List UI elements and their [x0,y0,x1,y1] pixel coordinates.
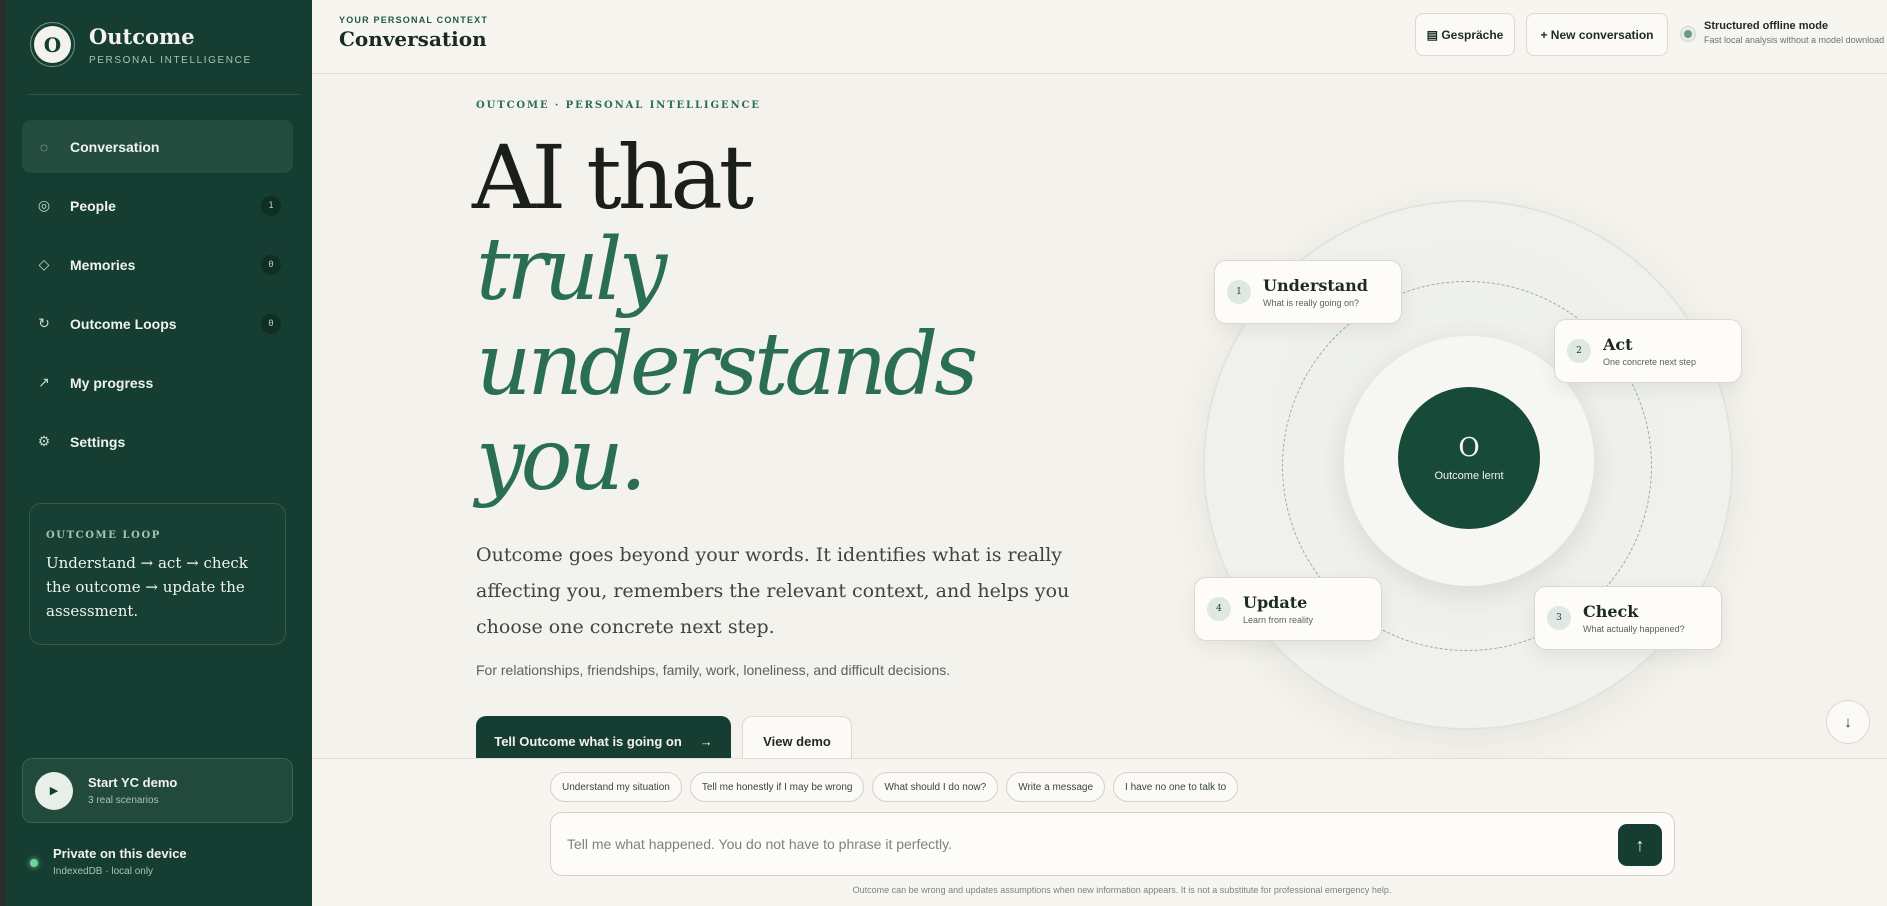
top-header: YOUR PERSONAL CONTEXT Conversation ▤ Ges… [312,0,1887,74]
outcome-loop-card: OUTCOME LOOP Understand → act → check th… [29,503,286,645]
diagram-core: O Outcome lernt [1398,387,1540,529]
sidebar-item-people[interactable]: ◎ People 1 [22,179,293,232]
sidebar-item-label: Memories [70,256,136,273]
hero-headline-line-2: truly [476,220,667,320]
step-subtitle: What actually happened? [1583,624,1685,634]
conversations-button[interactable]: ▤ Gespräche [1415,13,1515,56]
hero-headline-line-1: AI that [472,126,754,229]
step-number: 4 [1207,597,1231,621]
privacy-status: Private on this device IndexedDB · local… [30,846,187,877]
hero-description: Outcome goes beyond your words. It ident… [476,544,1070,638]
sidebar-item-outcome-loops[interactable]: ↻ Outcome Loops 0 [22,297,293,350]
hero-kicker: OUTCOME · PERSONAL INTELLIGENCE [476,100,761,111]
composer: Understand my situation Tell me honestly… [312,758,1887,906]
sidebar-item-memories[interactable]: ◇ Memories 0 [22,238,293,291]
sidebar-item-label: My progress [70,374,154,391]
step-title: Understand [1263,276,1368,295]
scroll-down-button[interactable]: ↓ [1826,700,1870,744]
offline-mode-toggle[interactable]: Structured offline mode Fast local analy… [1680,20,1884,45]
step-understand: 1 Understand What is really going on? [1214,260,1402,324]
sidebar-item-settings[interactable]: ⚙ Settings [22,415,293,468]
offline-mode-title: Structured offline mode [1704,20,1829,32]
step-act: 2 Act One concrete next step [1554,319,1742,383]
start-demo-button[interactable]: ▶ Start YC demo 3 real scenarios [22,758,293,823]
refresh-icon: ↻ [38,315,50,331]
brand-logo: O [30,22,75,67]
core-letter: O [1458,433,1480,463]
page-title: Conversation [339,27,487,51]
count-badge: 0 [261,313,281,334]
privacy-subtitle: IndexedDB · local only [53,866,154,877]
outcome-loop-diagram: O Outcome lernt 1 Understand What is rea… [1150,185,1750,745]
sidebar-item-label: People [70,197,116,214]
core-label: Outcome lernt [1434,470,1504,482]
suggestion-chip[interactable]: Understand my situation [550,772,682,802]
play-icon: ▶ [35,771,73,810]
sidebar-divider [28,94,300,95]
sidebar: O Outcome PERSONAL INTELLIGENCE ◌ Conver… [6,0,312,906]
step-title: Check [1583,602,1639,621]
arrow-up-icon: ↑ [1635,834,1645,855]
circle-icon: ◌ [39,138,49,155]
step-title: Act [1603,335,1633,354]
step-number: 1 [1227,280,1251,304]
arrow-down-icon: ↓ [1844,713,1852,731]
step-number: 3 [1547,606,1571,630]
diamond-icon: ◇ [38,256,50,272]
suggestion-chip[interactable]: I have no one to talk to [1113,772,1239,802]
demo-title: Start YC demo [88,775,178,790]
suggestion-chip[interactable]: What should I do now? [872,772,999,802]
offline-mode-subtitle: Fast local analysis without a model down… [1704,35,1885,45]
step-subtitle: What is really going on? [1263,298,1360,308]
step-subtitle: One concrete next step [1603,357,1697,367]
sidebar-item-label: Outcome Loops [70,315,177,332]
suggestion-chip[interactable]: Write a message [1006,772,1106,802]
hero-headline-line-4: you. [476,410,647,510]
sidebar-item-label: Conversation [70,138,160,155]
new-conversation-button[interactable]: + New conversation [1526,13,1668,56]
count-badge: 1 [261,195,281,216]
offline-status-icon [1680,26,1696,42]
brand-logo-letter: O [34,26,71,63]
sidebar-item-conversation[interactable]: ◌ Conversation [22,120,293,173]
people-icon: ◎ [37,197,51,213]
step-subtitle: Learn from reality [1243,615,1314,625]
sidebar-nav: ◌ Conversation ◎ People 1 ◇ Memories 0 ↻… [22,120,293,474]
hero-topics: For relationships, friendships, family, … [476,662,951,678]
step-check: 3 Check What actually happened? [1534,586,1722,650]
loop-card-kicker: OUTCOME LOOP [46,530,161,541]
header-kicker: YOUR PERSONAL CONTEXT [339,15,489,25]
cta-label: Tell Outcome what is going on [494,733,682,749]
loop-card-text: Understand → act → check the outcome → u… [46,554,248,620]
step-title: Update [1243,593,1308,612]
brand-subtitle: PERSONAL INTELLIGENCE [89,54,252,66]
trend-arrow-icon: ↗ [38,374,50,390]
sidebar-item-my-progress[interactable]: ↗ My progress [22,356,293,409]
hero-headline-line-3: understands [476,315,978,415]
message-input-box: ↑ [550,812,1675,876]
suggestion-chips: Understand my situation Tell me honestly… [550,772,1246,802]
suggestion-chip[interactable]: Tell me honestly if I may be wrong [689,772,865,802]
status-dot-icon [30,859,38,867]
sidebar-item-label: Settings [70,433,126,450]
step-number: 2 [1567,339,1591,363]
message-input[interactable] [567,813,1567,875]
step-update: 4 Update Learn from reality [1194,577,1382,641]
gear-icon: ⚙ [37,433,51,449]
privacy-title: Private on this device [53,846,187,861]
arrow-right-icon: → [699,733,713,749]
disclaimer-text: Outcome can be wrong and updates assumpt… [852,885,1392,895]
brand[interactable]: O Outcome PERSONAL INTELLIGENCE [30,22,252,67]
brand-title: Outcome [89,23,195,49]
count-badge: 0 [261,254,281,275]
send-button[interactable]: ↑ [1618,824,1662,866]
demo-subtitle: 3 real scenarios [88,795,159,806]
